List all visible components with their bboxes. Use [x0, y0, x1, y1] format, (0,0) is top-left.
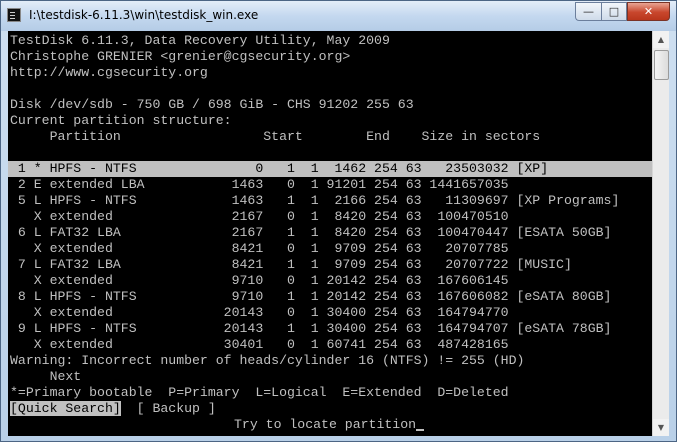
close-button[interactable]: ✕	[627, 2, 670, 21]
quick-search-option[interactable]: [Quick Search]	[10, 401, 121, 416]
warning-line: Warning: Incorrect number of heads/cylin…	[10, 353, 525, 368]
legend-line: *=Primary bootable P=Primary L=Logical E…	[10, 385, 509, 400]
maximize-button[interactable]: □	[601, 2, 627, 21]
partition-row[interactable]: 5 L HPFS - NTFS 1463 1 1 2166 254 63 113…	[10, 193, 619, 209]
author-line: Christophe GRENIER <grenier@cgsecurity.o…	[10, 49, 351, 64]
structure-label: Current partition structure:	[10, 113, 232, 128]
minimize-button[interactable]: —	[575, 2, 601, 21]
console-client-area: TestDisk 6.11.3, Data Recovery Utility, …	[8, 31, 669, 436]
partition-row[interactable]: 8 L HPFS - NTFS 9710 1 1 20142 254 63 16…	[10, 289, 612, 305]
title-bar[interactable]: I:\testdisk-6.11.3\win\testdisk_win.exe …	[1, 1, 676, 31]
hint-line: Try to locate partition	[234, 417, 425, 433]
column-headers: Partition Start End Size in sectors	[10, 129, 541, 144]
minimize-icon: —	[583, 5, 594, 18]
console-window: I:\testdisk-6.11.3\win\testdisk_win.exe …	[0, 0, 677, 442]
console-icon	[7, 8, 21, 22]
partition-row[interactable]: X extended 8421 0 1 9709 254 63 20707785	[10, 241, 509, 257]
vertical-scrollbar[interactable]: ▲ ▼	[652, 31, 669, 436]
partition-row[interactable]: X extended 2167 0 1 8420 254 63 10047051…	[10, 209, 509, 225]
scrollbar-thumb[interactable]	[654, 50, 669, 80]
website-line: http://www.cgsecurity.org	[10, 65, 208, 80]
backup-option[interactable]: [ Backup ]	[137, 401, 216, 416]
chevron-down-icon: ▼	[657, 423, 665, 432]
partition-row-selected[interactable]: 1 * HPFS - NTFS 0 1 1 1462 254 63 235030…	[8, 161, 652, 177]
menu-line: [Quick Search] [ Backup ]	[10, 401, 216, 417]
console-output[interactable]: TestDisk 6.11.3, Data Recovery Utility, …	[8, 31, 652, 436]
next-option[interactable]: Next	[10, 369, 82, 385]
partition-row[interactable]: 7 L FAT32 LBA 8421 1 1 9709 254 63 20707…	[10, 257, 572, 273]
close-icon: ✕	[643, 5, 654, 18]
scroll-up-button[interactable]: ▲	[653, 31, 669, 48]
disk-info-line: Disk /dev/sdb - 750 GB / 698 GiB - CHS 9…	[10, 97, 414, 112]
partition-row[interactable]: X extended 20143 0 1 30400 254 63 164794…	[10, 305, 509, 321]
partition-row[interactable]: X extended 30401 0 1 60741 254 63 487428…	[10, 337, 509, 353]
scroll-down-button[interactable]: ▼	[653, 419, 669, 436]
caption-buttons: — □ ✕	[575, 2, 670, 21]
partition-row[interactable]: 9 L HPFS - NTFS 20143 1 1 30400 254 63 1…	[10, 321, 612, 337]
chevron-up-icon: ▲	[657, 35, 665, 44]
text-cursor	[416, 429, 425, 431]
hint-text: Try to locate partition	[234, 417, 417, 432]
partition-row[interactable]: 6 L FAT32 LBA 2167 1 1 8420 254 63 10047…	[10, 225, 612, 241]
partition-row[interactable]: 2 E extended LBA 1463 0 1 91201 254 63 1…	[10, 177, 509, 193]
window-title: I:\testdisk-6.11.3\win\testdisk_win.exe	[29, 8, 259, 22]
maximize-icon: □	[608, 5, 620, 18]
app-header-line: TestDisk 6.11.3, Data Recovery Utility, …	[10, 33, 390, 48]
partition-row[interactable]: X extended 9710 0 1 20142 254 63 1676061…	[10, 273, 509, 289]
